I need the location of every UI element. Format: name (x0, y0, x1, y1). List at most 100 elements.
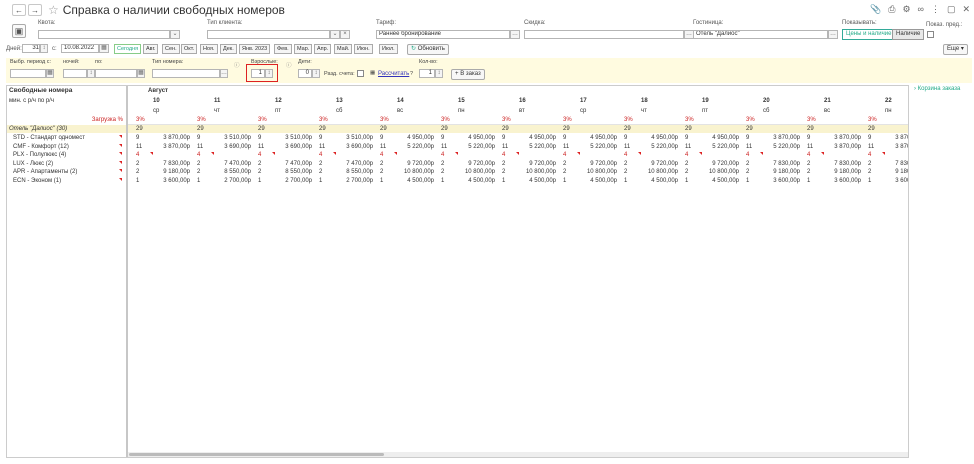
free-count: 2 (319, 160, 323, 167)
period-chip-oct[interactable]: Окт. (181, 44, 198, 54)
min-price: 5 220,00р (468, 143, 495, 150)
separate-checkbox[interactable] (357, 70, 364, 77)
chevron-right-icon: › (914, 86, 916, 92)
min-price: 10 800,00р (708, 169, 739, 176)
header-divider (128, 124, 908, 125)
period-chip-jun[interactable]: Июн. (354, 44, 373, 54)
min-price: 5 220,00р (651, 143, 678, 150)
free-count: 4 (624, 152, 628, 159)
period-chip-may[interactable]: Май. (334, 44, 353, 54)
free-count: 2 (197, 160, 201, 167)
room-type-field[interactable] (152, 69, 220, 78)
scrollbar-thumb[interactable] (129, 453, 384, 456)
close-icon[interactable]: ✕ (962, 4, 970, 15)
show-availability-toggle[interactable]: Наличие (892, 29, 925, 40)
free-count: 9 (258, 135, 262, 141)
availability-table: Свободные номера мин. с р/ч по р/ч Загру… (6, 85, 909, 458)
client-type-field[interactable] (207, 30, 330, 39)
settings-icon[interactable]: ⚙ (902, 4, 910, 15)
min-price: 9 720,00р (468, 160, 495, 167)
tariff-field[interactable]: Раннее бронирование (376, 30, 510, 39)
day-of-week: вс (397, 108, 404, 114)
period-chip-dec[interactable]: Дек. (220, 44, 237, 54)
min-price: 2 700,00р (224, 178, 251, 184)
client-type-dropdown-button[interactable]: ⌄ (330, 30, 340, 39)
days-field[interactable]: 31 (22, 44, 40, 53)
min-price: 3 510,00р (285, 135, 312, 141)
more-icon[interactable]: ⋮ (931, 4, 940, 15)
show-pred-checkbox[interactable] (927, 31, 934, 38)
discount-field[interactable] (524, 30, 684, 39)
period-chip-feb[interactable]: Фев. (274, 44, 292, 54)
room-type-label: Тип номера: (152, 59, 184, 65)
period-from-field[interactable] (10, 69, 46, 78)
load-value: 3% (563, 117, 572, 123)
period-chip-today[interactable]: Сегодня (114, 44, 142, 54)
attach-icon[interactable]: 📎 (870, 4, 881, 15)
order-cart-link[interactable]: › Корзина заказа (914, 86, 960, 92)
free-count: 2 (807, 169, 811, 176)
period-chip-jul[interactable]: Июл. (379, 44, 398, 54)
note-marker (577, 152, 580, 156)
calculate-link[interactable]: Рассчитать (378, 71, 409, 77)
print-icon[interactable]: ⎙ (888, 4, 895, 15)
free-count: 4 (258, 152, 262, 159)
qty-stepper[interactable]: ↕ (435, 69, 443, 78)
hotel-field[interactable]: Отель "Далиос" (693, 30, 828, 39)
hotel-free-count: 29 (258, 126, 265, 132)
more-button[interactable]: Еще ▾ (943, 44, 968, 55)
free-count: 2 (807, 160, 811, 167)
note-marker (272, 152, 275, 156)
client-type-clear-button[interactable]: × (340, 30, 350, 39)
hotel-select-button[interactable]: … (828, 30, 838, 39)
min-price: 4 500,00р (712, 178, 739, 184)
nights-field[interactable] (63, 69, 87, 78)
link-icon[interactable]: ∞ (918, 4, 924, 15)
day-of-week: чт (641, 108, 647, 114)
free-count: 11 (258, 143, 265, 150)
min-price: 10 800,00р (525, 169, 556, 176)
period-chip-mar[interactable]: Мар. (294, 44, 313, 54)
period-chip-sep[interactable]: Сен. (162, 44, 180, 54)
min-price: 3 870,00р (163, 135, 190, 141)
show-prices-toggle[interactable]: Цены и наличие (842, 29, 896, 40)
period-chip-aug[interactable]: Авг. (143, 44, 159, 54)
maximize-icon[interactable]: ▢ (947, 4, 956, 15)
min-price: 3 870,00р (834, 143, 861, 150)
help-icon[interactable]: ? (410, 71, 413, 77)
qty-field[interactable]: 1 (419, 69, 435, 78)
favorite-star-icon[interactable]: ☆ (48, 3, 59, 17)
from-date-calendar-button[interactable]: ▦ (99, 44, 109, 53)
min-price: 3 510,00р (346, 135, 373, 141)
from-date-field[interactable]: 10.08.2022 (61, 44, 99, 53)
refresh-button[interactable]: ↻ Обновить (407, 44, 449, 55)
children-stepper[interactable]: ↕ (312, 69, 320, 78)
free-count: 2 (380, 169, 384, 176)
period-chip-apr[interactable]: Апр. (314, 44, 332, 54)
period-to-calendar-button[interactable]: ▦ (137, 69, 145, 78)
day-number: 18 (641, 98, 648, 104)
period-chip-nov[interactable]: Ноя. (200, 44, 218, 54)
period-chip-jan[interactable]: Янв. 2023 (239, 44, 271, 54)
back-arrow-icon[interactable]: ← (12, 4, 26, 16)
days-stepper[interactable]: ↕ (40, 44, 48, 53)
min-price: 4 500,00р (407, 178, 434, 184)
min-price: 4 500,00р (651, 178, 678, 184)
period-from-calendar-button[interactable]: ▦ (46, 69, 54, 78)
day-number: 22 (885, 98, 892, 104)
quota-dropdown-button[interactable]: ⌄ (170, 30, 180, 39)
room-type-select-button[interactable]: … (220, 69, 228, 78)
min-price: 7 830,00р (773, 160, 800, 167)
period-to-field[interactable] (95, 69, 137, 78)
room-type-name: LUX - Люкс (2) (13, 160, 54, 167)
tariff-select-button[interactable]: … (510, 30, 520, 39)
quota-field[interactable] (38, 30, 170, 39)
nights-stepper[interactable]: ↕ (87, 69, 95, 78)
children-field[interactable]: 0 (298, 69, 312, 78)
load-value: 3% (746, 117, 755, 123)
min-price: 10 800,00р (586, 169, 617, 176)
forward-arrow-icon[interactable]: → (28, 4, 42, 16)
min-price: 4 950,00р (529, 135, 556, 141)
title-bar: ← → ☆ Справка о наличии свободных номеро… (0, 0, 974, 20)
add-to-order-button[interactable]: + В заказ (451, 69, 485, 80)
